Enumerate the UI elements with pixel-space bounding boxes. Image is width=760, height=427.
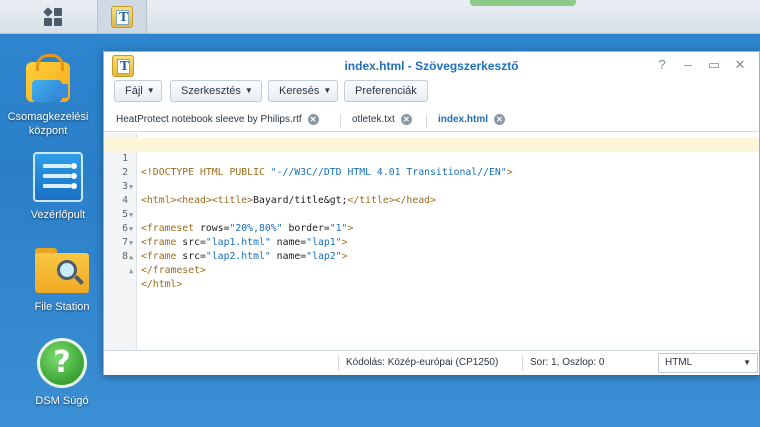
control-panel-icon bbox=[33, 152, 83, 202]
desktop-icon-label: Vezérlőpult bbox=[30, 209, 86, 221]
cursor-position-status: Sor: 1, Oszlop: 0 bbox=[530, 357, 605, 368]
close-button[interactable]: ✕ bbox=[732, 57, 748, 73]
desktop-icon-package-center[interactable]: Csomagkezelési központ bbox=[0, 54, 96, 138]
desktop-icon-label: File Station bbox=[34, 301, 90, 313]
package-center-icon bbox=[22, 54, 74, 104]
minimize-button[interactable]: – bbox=[680, 57, 696, 73]
code-line[interactable]: 1 <!DOCTYPE HTML PUBLIC "-//W3C//DTD HTM… bbox=[104, 138, 759, 178]
desktop-icon-file-station[interactable]: File Station bbox=[14, 248, 110, 314]
close-tab-icon[interactable]: ✕ bbox=[494, 113, 506, 125]
code-line[interactable]: 6 ▼ <frame src="lap2.html" name="lap2"> bbox=[104, 208, 759, 262]
code-line[interactable]: 2 ▼ <html><head><title>Bayard/title&gt;<… bbox=[104, 152, 759, 206]
language-select[interactable]: HTML ▼ bbox=[658, 353, 758, 373]
desktop-icon-label: DSM Súgó bbox=[35, 395, 89, 407]
tab-heatprotect-rtf[interactable]: HeatProtect notebook sleeve by Philips.r… bbox=[106, 110, 319, 131]
window-titlebar[interactable]: T index.html - Szövegszerkesztő ? – ▭ ✕ bbox=[104, 52, 759, 80]
code-line[interactable]: 7 ▲ </frameset> bbox=[104, 222, 759, 276]
taskbar-text-editor-button[interactable]: T bbox=[97, 0, 147, 33]
taskbar: T bbox=[0, 0, 760, 34]
tab-otletek-txt[interactable]: otletek.txt ✕ bbox=[342, 110, 412, 131]
main-menu-button[interactable] bbox=[28, 0, 78, 33]
file-station-icon bbox=[35, 248, 89, 294]
desktop-icon-help[interactable]: ? DSM Súgó bbox=[14, 338, 110, 408]
help-button[interactable]: ? bbox=[654, 57, 670, 73]
close-tab-icon[interactable]: ✕ bbox=[307, 113, 319, 125]
help-icon: ? bbox=[37, 338, 87, 388]
code-editor[interactable]: 1 <!DOCTYPE HTML PUBLIC "-//W3C//DTD HTM… bbox=[104, 133, 759, 350]
line-number: 8 bbox=[122, 251, 128, 262]
chevron-down-icon: ▼ bbox=[244, 86, 253, 96]
search-menu-button[interactable]: Keresés ▼ bbox=[268, 80, 338, 102]
code-line[interactable]: 8 ▲ </html> bbox=[104, 236, 759, 290]
encoding-status[interactable]: Kódolás: Közép-európai (CP1250) bbox=[346, 357, 498, 368]
toolbar: Fájl ▼ Szerkesztés ▼ Keresés ▼ Preferenciák bbox=[104, 80, 759, 104]
code-line[interactable]: 3 bbox=[104, 166, 759, 192]
fold-toggle-icon[interactable]: ▲ bbox=[129, 264, 133, 278]
status-bar: Kódolás: Közép-európai (CP1250) Sor: 1, … bbox=[104, 350, 759, 375]
tab-index-html[interactable]: index.html ✕ bbox=[428, 110, 506, 131]
file-menu-button[interactable]: Fájl ▼ bbox=[114, 80, 162, 102]
taskbar-tray bbox=[640, 0, 760, 33]
desktop-icon-label: Csomagkezelési központ bbox=[7, 111, 89, 137]
chevron-down-icon: ▼ bbox=[323, 86, 332, 96]
code-line[interactable]: 5 ▼ <frame src="lap1.html" name="lap1"> bbox=[104, 194, 759, 248]
file-tabs: HeatProtect notebook sleeve by Philips.r… bbox=[104, 110, 759, 132]
preferences-button[interactable]: Preferenciák bbox=[344, 80, 428, 102]
chevron-down-icon: ▼ bbox=[743, 358, 751, 367]
text-editor-window: T index.html - Szövegszerkesztő ? – ▭ ✕ … bbox=[103, 51, 760, 375]
main-menu-icon bbox=[43, 6, 62, 26]
chevron-down-icon: ▼ bbox=[146, 86, 155, 96]
code-line[interactable]: 4 ▼ <frameset rows="20%,80%" border="1"> bbox=[104, 180, 759, 234]
close-tab-icon[interactable]: ✕ bbox=[400, 113, 412, 125]
desktop-icon-control-panel[interactable]: Vezérlőpult bbox=[10, 152, 106, 222]
text-editor-icon: T bbox=[111, 5, 133, 28]
edit-menu-button[interactable]: Szerkesztés ▼ bbox=[170, 80, 262, 102]
taskbar-indicator bbox=[470, 0, 576, 6]
maximize-button[interactable]: ▭ bbox=[706, 57, 722, 73]
